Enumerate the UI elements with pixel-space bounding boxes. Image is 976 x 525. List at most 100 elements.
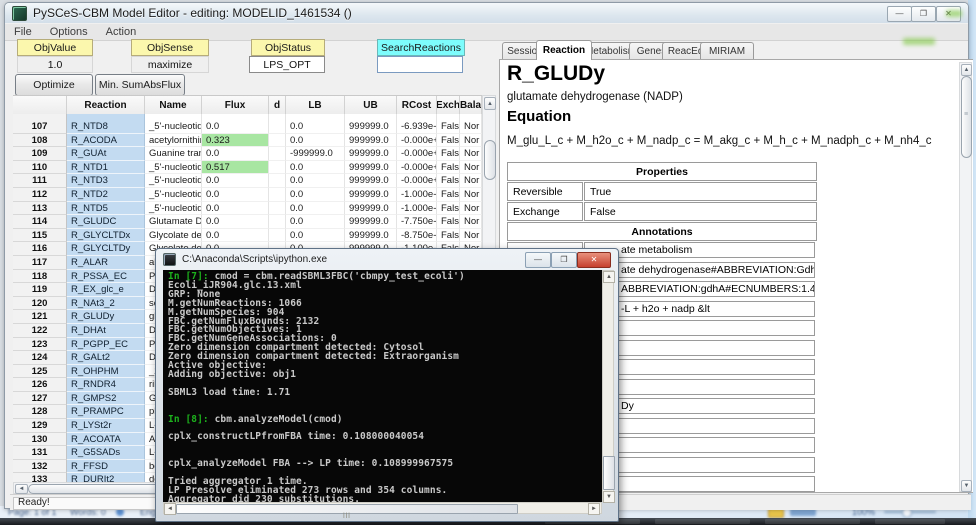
cell-flux[interactable]: 0.517 bbox=[202, 161, 269, 175]
table-row[interactable]: 111R_NTD3_5'-nucleotida0.00.0999999.0-0.… bbox=[13, 174, 482, 188]
cell-d[interactable] bbox=[269, 215, 286, 229]
cell-ub[interactable]: 999999.0 bbox=[345, 147, 397, 161]
cell-reaction[interactable]: R_PRAMPC bbox=[67, 405, 145, 419]
cell-reaction[interactable]: R_ACOATA bbox=[67, 433, 145, 447]
cell-reaction[interactable]: R_GLYCLTDy bbox=[67, 242, 145, 256]
cell-lb[interactable]: 0.0 bbox=[286, 120, 345, 134]
row-number[interactable]: 110 bbox=[13, 161, 67, 175]
row-number[interactable]: 109 bbox=[13, 147, 67, 161]
cell-lb[interactable]: 0.0 bbox=[286, 161, 345, 175]
cell-ub[interactable]: 999999.0 bbox=[345, 188, 397, 202]
row-number[interactable]: 108 bbox=[13, 134, 67, 148]
cell-reaction[interactable]: R_RNDR4 bbox=[67, 378, 145, 392]
min-sumabsflux-button[interactable]: Min. SumAbsFlux bbox=[95, 74, 185, 96]
cell-reaction[interactable]: R_GLYCLTDx bbox=[67, 229, 145, 243]
row-number[interactable]: 117 bbox=[13, 256, 67, 270]
cell-lb[interactable]: 0.0 bbox=[286, 134, 345, 148]
row-number[interactable]: 123 bbox=[13, 338, 67, 352]
cell-lb[interactable]: -999999.0 bbox=[286, 147, 345, 161]
panel-vscrollbar[interactable]: ▲ ≡ ▼ bbox=[959, 62, 972, 492]
row-number[interactable]: 124 bbox=[13, 351, 67, 365]
row-number[interactable]: 131 bbox=[13, 446, 67, 460]
cell-rcost[interactable]: -6.939e-18 bbox=[397, 120, 437, 134]
column-header-Flux[interactable]: Flux bbox=[202, 96, 269, 115]
cell-reaction[interactable]: R_LYSt2r bbox=[67, 419, 145, 433]
cell-d[interactable] bbox=[269, 229, 286, 243]
row-number[interactable]: 127 bbox=[13, 392, 67, 406]
cell-name[interactable]: _5'-nucleotida bbox=[145, 161, 202, 175]
row-number[interactable]: 119 bbox=[13, 283, 67, 297]
scroll-down-icon[interactable]: ▼ bbox=[603, 491, 615, 503]
cell-d[interactable] bbox=[269, 202, 286, 216]
row-number[interactable]: 120 bbox=[13, 297, 67, 311]
row-number[interactable]: 125 bbox=[13, 365, 67, 379]
table-row[interactable]: 110R_NTD1_5'-nucleotida0.5170.0999999.0-… bbox=[13, 161, 482, 175]
cell-reaction[interactable]: R_FFSD bbox=[67, 460, 145, 474]
cell-d[interactable] bbox=[269, 120, 286, 134]
cell-flux[interactable]: 0.0 bbox=[202, 202, 269, 216]
scroll-down-icon[interactable]: ▼ bbox=[961, 480, 972, 492]
console-window[interactable]: C:\Anaconda\Scripts\ipython.exe — ❐ ✕ In… bbox=[155, 248, 619, 522]
cell-reaction[interactable]: R_GMPS2 bbox=[67, 392, 145, 406]
row-number[interactable]: 132 bbox=[13, 460, 67, 474]
cell-d[interactable] bbox=[269, 174, 286, 188]
column-header-Name[interactable]: Name bbox=[145, 96, 202, 115]
cell-exch[interactable]: False bbox=[437, 229, 460, 243]
cell-bala[interactable]: Nor bbox=[460, 147, 482, 161]
cell-ub[interactable]: 999999.0 bbox=[345, 120, 397, 134]
cell-rcost[interactable]: -0.000e+00 bbox=[397, 134, 437, 148]
column-header-UB[interactable]: UB bbox=[345, 96, 397, 115]
cell-name[interactable]: _5'-nucleotida bbox=[145, 202, 202, 216]
cell-reaction[interactable]: R_EX_glc_e bbox=[67, 283, 145, 297]
row-number[interactable]: 118 bbox=[13, 270, 67, 284]
cell-rcost[interactable]: -0.000e+00 bbox=[397, 147, 437, 161]
column-header-rownum[interactable] bbox=[13, 96, 67, 115]
row-number[interactable]: 107 bbox=[13, 120, 67, 134]
table-row[interactable]: 115R_GLYCLTDxGlycolate dehy0.00.0999999.… bbox=[13, 229, 482, 243]
cell-bala[interactable]: Nor bbox=[460, 134, 482, 148]
cell-name[interactable]: Guanine transp bbox=[145, 147, 202, 161]
panel-vscroll-thumb[interactable]: ≡ bbox=[961, 76, 972, 158]
cell-flux[interactable]: 0.0 bbox=[202, 147, 269, 161]
cell-reaction[interactable]: R_OHPHM bbox=[67, 365, 145, 379]
cell-reaction[interactable]: R_NAt3_2 bbox=[67, 297, 145, 311]
row-number[interactable]: 113 bbox=[13, 202, 67, 216]
cell-exch[interactable]: False bbox=[437, 174, 460, 188]
cell-name[interactable]: acetylornithine bbox=[145, 134, 202, 148]
cell-reaction[interactable]: R_G5SADs bbox=[67, 446, 145, 460]
cell-bala[interactable]: Nor bbox=[460, 188, 482, 202]
cell-reaction[interactable]: R_NTD8 bbox=[67, 120, 145, 134]
column-header-RCost[interactable]: RCost bbox=[397, 96, 437, 115]
cell-reaction[interactable]: R_GALt2 bbox=[67, 351, 145, 365]
cell-exch[interactable]: False bbox=[437, 202, 460, 216]
taskbar-button[interactable] bbox=[875, 519, 945, 524]
cell-name[interactable]: _5'-nucleotida bbox=[145, 188, 202, 202]
cell-flux[interactable]: 0.0 bbox=[202, 215, 269, 229]
cell-exch[interactable]: False bbox=[437, 161, 460, 175]
cell-bala[interactable]: Nor bbox=[460, 202, 482, 216]
table-row[interactable]: 107R_NTD8_5'-nucleotida0.00.0999999.0-6.… bbox=[13, 120, 482, 134]
cell-exch[interactable]: False bbox=[437, 215, 460, 229]
cell-d[interactable] bbox=[269, 134, 286, 148]
cell-lb[interactable]: 0.0 bbox=[286, 229, 345, 243]
cell-reaction[interactable]: R_DHAt bbox=[67, 324, 145, 338]
row-number[interactable]: 112 bbox=[13, 188, 67, 202]
cell-reaction[interactable]: R_PSSA_EC bbox=[67, 270, 145, 284]
scroll-up-icon[interactable]: ▲ bbox=[961, 64, 972, 76]
cell-reaction[interactable]: R_NTD2 bbox=[67, 188, 145, 202]
console-output[interactable]: In [7]: cmod = cbm.readSBML3FBC('cbmpy_t… bbox=[163, 270, 602, 502]
column-header-Reaction[interactable]: Reaction bbox=[67, 96, 145, 115]
row-number[interactable]: 111 bbox=[13, 174, 67, 188]
cell-flux[interactable]: 0.323 bbox=[202, 134, 269, 148]
cell-rcost[interactable]: -8.750e-03 bbox=[397, 229, 437, 243]
cell-reaction[interactable]: R_DURIt2 bbox=[67, 473, 145, 482]
cell-name[interactable]: _5'-nucleotida bbox=[145, 174, 202, 188]
cell-reaction[interactable]: R_GUAt bbox=[67, 147, 145, 161]
cell-rcost[interactable]: -7.750e-03 bbox=[397, 215, 437, 229]
table-vscroll-thumb[interactable] bbox=[484, 140, 496, 180]
cell-rcost[interactable]: -0.000e+00 bbox=[397, 174, 437, 188]
row-number[interactable]: 122 bbox=[13, 324, 67, 338]
cell-reaction[interactable]: R_GLUDC bbox=[67, 215, 145, 229]
row-number[interactable]: 129 bbox=[13, 419, 67, 433]
row-number[interactable]: 133 bbox=[13, 473, 67, 482]
